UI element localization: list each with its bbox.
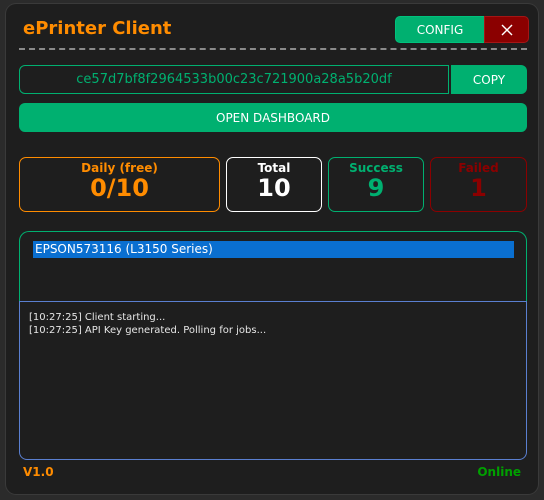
log-line: [10:27:25] API Key generated. Polling fo…	[29, 325, 267, 336]
close-icon	[501, 24, 512, 35]
close-button[interactable]	[484, 16, 529, 43]
failed-stat-label: Failed	[458, 161, 499, 175]
connection-status: Online	[477, 465, 521, 479]
daily-stat-card: Daily (free) 0/10	[19, 157, 220, 212]
total-stat-value: 10	[257, 174, 291, 202]
open-dashboard-button[interactable]: OPEN DASHBOARD	[19, 103, 527, 132]
printer-list-item-selected[interactable]: EPSON573116 (L3150 Series)	[33, 241, 514, 258]
failed-stat-value: 1	[470, 174, 487, 202]
success-stat-label: Success	[349, 161, 403, 175]
daily-stat-value: 0/10	[90, 174, 149, 202]
success-stat-value: 9	[367, 174, 385, 202]
copy-button[interactable]: COPY	[451, 65, 527, 94]
app-title: ePrinter Client	[23, 18, 172, 39]
total-stat-card: Total 10	[226, 157, 322, 212]
api-key-field[interactable]: ce57d7bf8f2964533b00c23c721900a28a5b20df	[19, 65, 449, 94]
daily-stat-label: Daily (free)	[81, 161, 158, 175]
log-line: [10:27:25] Client starting...	[29, 312, 166, 323]
success-stat-card: Success 9	[328, 157, 424, 212]
config-button[interactable]: CONFIG	[395, 16, 485, 43]
version-label: V1.0	[23, 465, 54, 479]
total-stat-label: Total	[257, 161, 291, 175]
printer-list[interactable]: EPSON573116 (L3150 Series)	[19, 231, 527, 303]
failed-stat-card: Failed 1	[430, 157, 527, 212]
app-window: ePrinter Client CONFIG ce57d7bf8f2964533…	[6, 4, 538, 494]
log-output[interactable]: [10:27:25] Client starting... [10:27:25]…	[19, 301, 527, 460]
header-divider	[19, 48, 527, 50]
